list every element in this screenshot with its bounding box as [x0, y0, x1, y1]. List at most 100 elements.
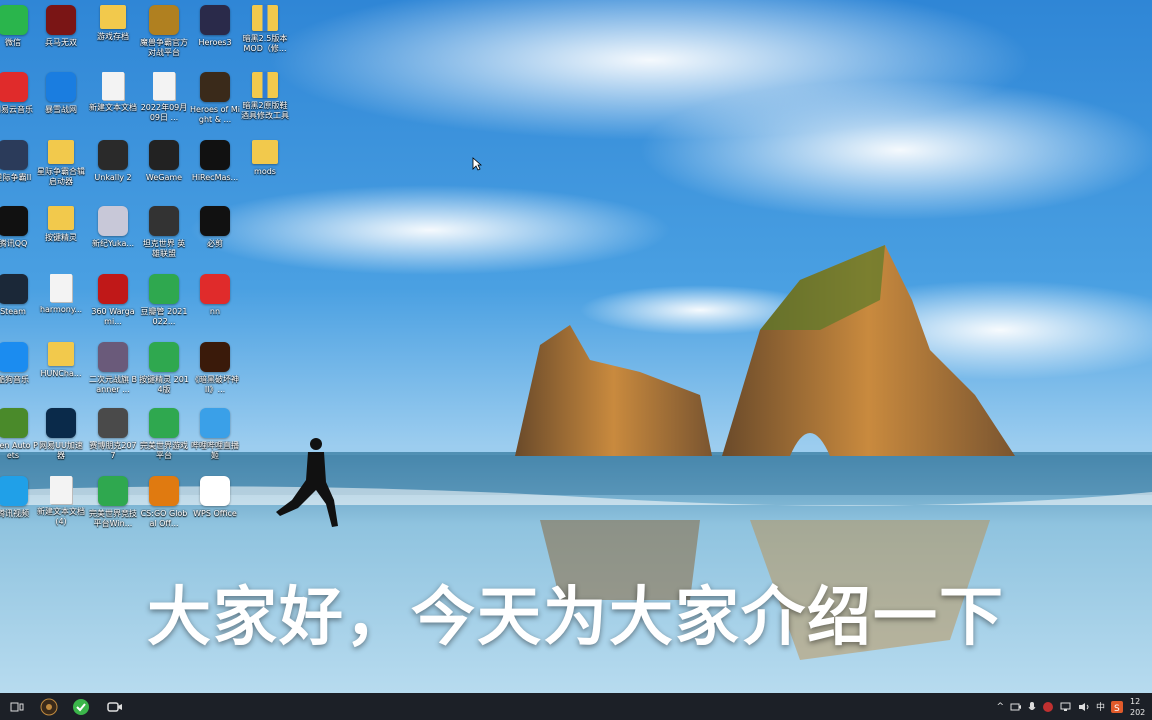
- game-app-icon: [40, 698, 58, 715]
- desktop-shortcut[interactable]: 酷狗音乐: [0, 342, 38, 395]
- desktop-shortcut-label: 必剪: [207, 239, 223, 248]
- network-icon[interactable]: [1060, 702, 1072, 712]
- desktop-shortcut[interactable]: 哔哩哔哩直播姬: [190, 408, 240, 461]
- desktop-shortcut-label: WPS Office: [193, 509, 237, 518]
- desktop-shortcut-label: 新建文本文档 (4): [37, 507, 85, 526]
- desktop-shortcut-label: 星际争霸II: [0, 173, 32, 182]
- task-view-button[interactable]: [2, 693, 32, 720]
- diablo-icon: [200, 342, 230, 372]
- desktop-shortcut[interactable]: 腾讯视频: [0, 476, 38, 529]
- recorder-icon: [200, 140, 230, 170]
- desktop-shortcut-label: 暗黑2.5版本MOD（修...: [242, 34, 288, 53]
- desktop-shortcut[interactable]: 网易云音乐: [0, 72, 38, 125]
- desktop-shortcut-label: 暴雪战网: [45, 105, 77, 114]
- desktop-shortcut-label: 完美世界竞技平台Win...: [89, 509, 137, 528]
- desktop-shortcut-label: 2022年09月09日 ...: [140, 103, 188, 122]
- desktop-shortcut[interactable]: mods: [240, 140, 290, 187]
- desktop-shortcut[interactable]: 游戏存档: [88, 5, 138, 52]
- starcraft-icon: [0, 140, 28, 170]
- sogou-ime-icon[interactable]: S: [1111, 700, 1123, 713]
- desktop-shortcut[interactable]: WeGame: [139, 140, 189, 193]
- shield-game-icon: [98, 140, 128, 170]
- microphone-icon[interactable]: [1028, 701, 1036, 713]
- speaker-icon[interactable]: [1078, 702, 1090, 712]
- desktop-shortcut[interactable]: 坦克世界 英雄联盟: [139, 206, 189, 259]
- desktop-shortcut[interactable]: 暗黑2.5版本MOD（修...: [240, 5, 290, 54]
- desktop-shortcut[interactable]: 完美世界游戏平台: [139, 408, 189, 461]
- system-clock[interactable]: 12 202: [1130, 696, 1152, 718]
- taskbar-video-app[interactable]: [100, 693, 130, 720]
- desktop-shortcut-label: 星际争霸合辑启动器: [37, 167, 85, 186]
- file-icon: [102, 72, 124, 100]
- desktop-shortcut[interactable]: HiRecMas...: [190, 140, 240, 193]
- video-subtitle: 大家好，今天为大家介绍一下: [147, 581, 1005, 655]
- desktop-shortcut[interactable]: 2022年09月09日 ...: [139, 72, 189, 123]
- desktop-shortcut[interactable]: 网易UU加速器: [36, 408, 86, 461]
- netease-music-icon: [0, 72, 28, 102]
- desktop-shortcut-label: 网易UU加速器: [39, 441, 83, 460]
- desktop-shortcut[interactable]: 360 Wargami...: [88, 274, 138, 327]
- nn-icon: [200, 274, 230, 304]
- desktop-shortcut[interactable]: 按键精灵: [36, 206, 86, 253]
- app-tray-icon[interactable]: [1042, 701, 1054, 713]
- desktop-shortcut[interactable]: Unkally 2: [88, 140, 138, 193]
- desktop-shortcut[interactable]: 二次元战旗 Banner ...: [88, 342, 138, 395]
- show-hidden-icons-button[interactable]: ^: [996, 702, 1004, 712]
- desktop-shortcut[interactable]: HUNCha...: [36, 342, 86, 389]
- steam-icon: [0, 274, 28, 304]
- desktop-shortcut[interactable]: 新纪Yuka...: [88, 206, 138, 259]
- desktop-shortcut[interactable]: 星际争霸合辑启动器: [36, 140, 86, 187]
- desktop-shortcut[interactable]: 必剪: [190, 206, 240, 259]
- desktop-shortcut-label: CS:GO Global Off...: [140, 509, 188, 528]
- desktop-shortcut-label: 豆瓣管 2021022...: [140, 307, 188, 326]
- anime-icon: [98, 342, 128, 372]
- desktop-shortcut-label: 哔哩哔哩直播姬: [191, 441, 239, 460]
- desktop-shortcut-label: 坦克世界 英雄联盟: [142, 239, 186, 258]
- desktop-shortcut-label: 新纪Yuka...: [91, 239, 135, 248]
- clock-time: 12: [1130, 696, 1141, 706]
- folder-icon: [48, 140, 74, 164]
- desktop-shortcut-label: Heroes3: [198, 38, 232, 47]
- heroes-icon: [200, 72, 230, 102]
- desktop-shortcut-label: HiRecMas...: [191, 173, 239, 182]
- taskbar: ^ 中 S 12 202: [0, 693, 1152, 720]
- desktop-shortcut[interactable]: 微信: [0, 5, 38, 58]
- desktop-shortcut[interactable]: 完美世界竞技平台Win...: [88, 476, 138, 529]
- desktop-shortcut[interactable]: WPS Office: [190, 476, 240, 529]
- zip-icon: [252, 5, 278, 31]
- desktop-shortcut[interactable]: 豆瓣管 2021022...: [139, 274, 189, 327]
- desktop-shortcut-label: HUNCha...: [40, 369, 82, 378]
- taskbar-green-app[interactable]: [66, 693, 96, 720]
- desktop-shortcut[interactable]: Heroes3: [190, 5, 240, 58]
- desktop-shortcut[interactable]: 腾讯QQ: [0, 206, 38, 259]
- desktop-shortcut[interactable]: Open Auto Pets: [0, 408, 38, 461]
- desktop-shortcut[interactable]: 新建文本文档: [88, 72, 138, 123]
- folder-icon: [252, 140, 278, 164]
- desktop-shortcut[interactable]: Heroes of Might & ...: [190, 72, 240, 125]
- desktop-shortcut-label: 360 Wargami...: [91, 307, 135, 326]
- desktop-shortcut-label: Open Auto Pets: [0, 441, 38, 460]
- desktop-shortcut[interactable]: 暴雪战网: [36, 72, 86, 125]
- desktop-shortcut[interactable]: nn: [190, 274, 240, 327]
- camera-icon[interactable]: [1010, 702, 1022, 712]
- game-icon: [98, 408, 128, 438]
- desktop-shortcut[interactable]: harmony...: [36, 274, 86, 325]
- desktop-shortcut[interactable]: 暗黑2原版鞋酒具修改工具: [240, 72, 290, 121]
- desktop-shortcut[interactable]: 兵马无双: [36, 5, 86, 58]
- input-method-indicator[interactable]: 中: [1096, 700, 1105, 713]
- desktop-shortcut[interactable]: 魔兽争霸官方对战平台: [139, 5, 189, 58]
- green-m-icon: [149, 408, 179, 438]
- green-square-icon: [149, 342, 179, 372]
- desktop-shortcut[interactable]: CS:GO Global Off...: [139, 476, 189, 529]
- desktop-shortcut-label: WeGame: [145, 173, 183, 182]
- desktop-shortcut[interactable]: 赛博朋克2077: [88, 408, 138, 461]
- taskbar-game-app[interactable]: [34, 693, 64, 720]
- uu-accelerator-icon: [46, 408, 76, 438]
- desktop-shortcut[interactable]: 按键精灵 2014版: [139, 342, 189, 395]
- desktop-shortcut[interactable]: 星际争霸II: [0, 140, 38, 193]
- desktop-shortcut[interactable]: 《暗黑破坏神II》...: [190, 342, 240, 395]
- desktop-shortcut[interactable]: 新建文本文档 (4): [36, 476, 86, 527]
- turtle-icon: [0, 408, 28, 438]
- desktop-shortcut[interactable]: Steam: [0, 274, 38, 327]
- desktop-shortcut-label: Steam: [0, 307, 26, 316]
